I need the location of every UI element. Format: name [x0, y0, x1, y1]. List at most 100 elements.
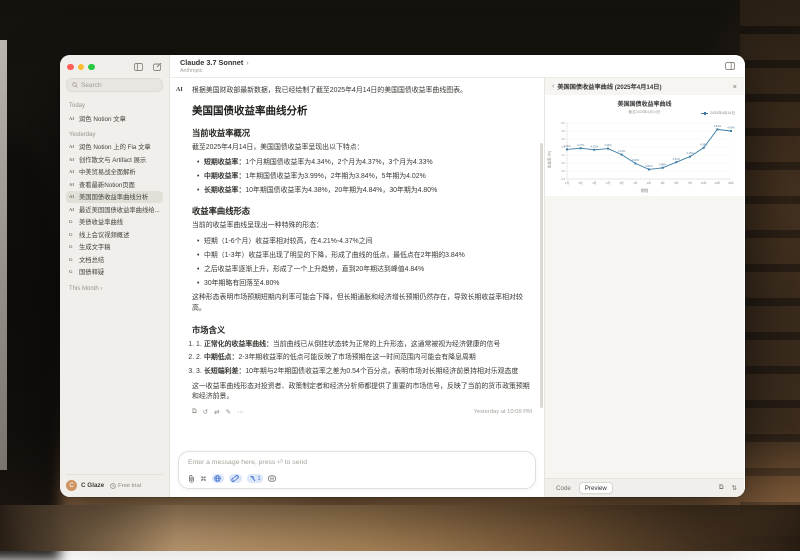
message-composer[interactable]: Enter a message here, press ⏎ to send ⌘ [178, 451, 536, 489]
svg-text:4.80%: 4.80% [727, 125, 735, 129]
close-icon[interactable]: × [733, 82, 737, 91]
link-icon [231, 475, 239, 482]
composer-placeholder: Enter a message here, press ⏎ to send [188, 458, 526, 466]
sidebar-toggle-icon[interactable] [134, 63, 143, 71]
svg-text:4.38%: 4.38% [700, 142, 708, 146]
tab-preview[interactable]: Preview [579, 482, 613, 494]
svg-text:20年: 20年 [714, 180, 720, 184]
message-timestamp: Yesterday at 10:09 PM [474, 409, 532, 415]
chat-scrollbar[interactable] [540, 143, 543, 408]
voice-input-icon[interactable] [268, 475, 276, 482]
retry-icon[interactable]: ↺ [203, 408, 208, 416]
svg-text:4.84%: 4.84% [714, 124, 722, 128]
search-placeholder: Search [81, 82, 102, 89]
numbered-list: 正常化的收益率曲线：当前曲线已从倒挂状态转为正常的上升形态，这通常被视为经济健康… [196, 340, 532, 378]
background-shelf [740, 0, 800, 551]
artifact-panel-toggle-icon[interactable] [725, 62, 735, 70]
chat-header: Claude 3.7 Sonnet › Anthropic [170, 55, 745, 78]
minimize-window-button[interactable] [78, 64, 85, 71]
gemini-chat-icon: G [69, 244, 76, 249]
globe-icon [214, 475, 221, 482]
svg-text:3月: 3月 [592, 180, 596, 184]
web-search-toggle[interactable] [212, 474, 224, 483]
expand-icon[interactable]: ⇅ [732, 484, 737, 492]
search-input[interactable]: Search [66, 78, 163, 92]
chat-messages[interactable]: AI 根据美国财政部最新数据，我已经绘制了截至2025年4月14日的美国国债收益… [170, 78, 544, 447]
chat-column: AI 根据美国财政部最新数据，我已经绘制了截至2025年4月14日的美国国债收益… [170, 78, 544, 497]
command-icon[interactable]: ⌘ [200, 475, 207, 483]
chevron-right-icon: › [246, 58, 248, 67]
sidebar-item[interactable]: G 国债释疑 [66, 266, 163, 279]
artifact-body [545, 196, 744, 479]
sidebar-item[interactable]: G 美债收益率曲线 [66, 216, 163, 229]
list-item: 之后收益率逐渐上升，形成了一个上升趋势，直到20年期达到峰值4.84% [196, 265, 532, 275]
list-item: 30年期略有回落至4.80% [196, 279, 532, 289]
yield-curve-plot: 3.63.84.04.24.44.64.85.04.34%1月4.37%2月4.… [553, 117, 737, 189]
window-controls [67, 63, 162, 71]
svg-text:1月: 1月 [565, 180, 569, 184]
gemini-chat-icon: G [69, 232, 76, 237]
claude-chat-icon: AI [69, 116, 76, 121]
list-item: 长期收益率：10年期国债收益率为4.38%，20年期为4.84%，30年期为4.… [196, 186, 532, 196]
attachment-icon[interactable] [188, 475, 195, 483]
artifact-panel: ‹ 美国国债收益率曲线 (2025年4月14日) × 美国国债收益率曲线 截至2… [544, 78, 744, 497]
svg-text:4.34%: 4.34% [563, 144, 571, 148]
new-chat-icon[interactable] [153, 63, 162, 71]
svg-text:2年: 2年 [647, 180, 651, 184]
sidebar: Search Today AI 润色 Notion 文章 Yesterday A… [60, 55, 170, 497]
yield-curve-chart: 美国国债收益率曲线 截至2025年4月14日 2025年4月14日 收益率 (%… [545, 95, 744, 196]
claude-chat-icon: AI [69, 157, 76, 162]
copy-icon[interactable]: ⧉ [192, 408, 197, 416]
account-name: C Glaze [81, 482, 104, 489]
model-selector[interactable]: Claude 3.7 Sonnet › [180, 58, 249, 67]
svg-text:5年: 5年 [674, 180, 678, 184]
integrations-toggle[interactable] [229, 474, 242, 483]
sidebar-item[interactable]: G 线上会议视频概述 [66, 228, 163, 241]
artifact-footer: Code Preview ⧉ ⇅ [545, 478, 744, 497]
sidebar-item[interactable]: AI 中美贸易战全面解析 [66, 166, 163, 179]
message-title: 美国国债收益率曲线分析 [192, 103, 532, 118]
tab-code[interactable]: Code [552, 483, 575, 494]
share-icon[interactable]: ⇄ [214, 408, 219, 416]
svg-text:3年: 3年 [661, 180, 665, 184]
zoom-window-button[interactable] [88, 64, 95, 71]
list-item: 正常化的收益率曲线：当前曲线已从倒挂状态转为正常的上升形态，这通常被视为经济健康… [196, 340, 532, 350]
section-label-this-month[interactable]: This Month › [69, 286, 160, 292]
sidebar-item-selected[interactable]: AI 美国国债收益率曲线分析 [66, 191, 163, 204]
svg-text:10年: 10年 [701, 180, 707, 184]
svg-text:3.84%: 3.84% [645, 164, 653, 168]
back-chevron-icon[interactable]: ‹ [552, 83, 554, 90]
sidebar-item[interactable]: AI 最近美国国债收益率曲线给... [66, 203, 163, 216]
svg-text:30年: 30年 [728, 180, 734, 184]
claude-chat-icon: AI [69, 207, 76, 212]
sidebar-item[interactable]: AI 查看最新Notion页面 [66, 178, 163, 191]
claude-app-window: Search Today AI 润色 Notion 文章 Yesterday A… [60, 55, 745, 497]
edit-icon[interactable]: ✎ [226, 408, 231, 416]
close-window-button[interactable] [67, 64, 74, 71]
svg-text:4.0: 4.0 [561, 161, 565, 165]
list-item: 中期低点：2-3年期收益率的低点可能反映了市场预期在这一时间范围内可能会有降息周… [196, 353, 532, 363]
account-row[interactable]: C C Glaze Free trial [66, 474, 163, 491]
legend-label: 2025年4月14日 [710, 111, 735, 116]
background-counter [0, 505, 800, 551]
copy-artifact-icon[interactable]: ⧉ [719, 484, 724, 492]
chart-legend: 2025年4月14日 [701, 111, 735, 116]
plan-badge: Free trial [110, 483, 141, 489]
y-axis-label: 收益率 (%) [548, 145, 553, 175]
list-item: 短期收益率：1个月期国债收益率为4.34%，2个月为4.37%，3个月为4.33… [196, 158, 532, 168]
svg-text:4.2: 4.2 [561, 153, 565, 157]
claude-avatar: AI [176, 87, 183, 93]
sidebar-item[interactable]: G 文档总结 [66, 253, 163, 266]
sidebar-item[interactable]: AI 润色 Notion 文章 [66, 112, 163, 125]
sidebar-item[interactable]: AI 创作散文与 Artifact 展示 [66, 153, 163, 166]
sidebar-item[interactable]: AI 润色 Notion 上的 Fia 文章 [66, 141, 163, 154]
more-icon[interactable]: ⋯ [237, 408, 244, 416]
x-axis-label: 期限 [545, 189, 744, 194]
artifact-header: ‹ 美国国债收益率曲线 (2025年4月14日) × [545, 78, 744, 95]
sidebar-item[interactable]: G 生成文字稿 [66, 241, 163, 254]
tools-toggle[interactable]: 1 [247, 474, 264, 483]
section-label-yesterday: Yesterday [69, 132, 160, 138]
search-icon [72, 82, 78, 88]
svg-text:4.8: 4.8 [561, 129, 565, 133]
svg-text:4.6: 4.6 [561, 137, 565, 141]
